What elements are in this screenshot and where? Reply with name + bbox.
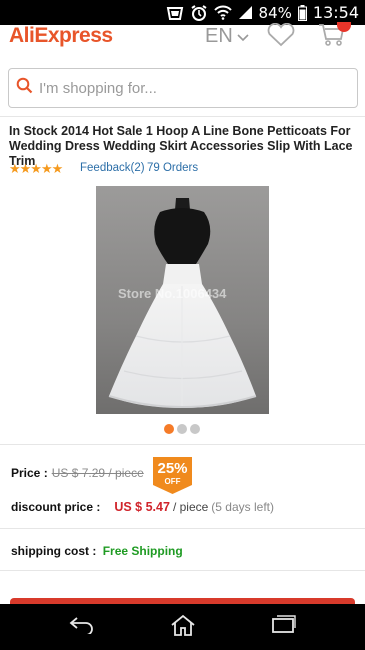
search-icon [16, 77, 33, 99]
discount-badge: 25% OFF [153, 457, 192, 494]
cart-icon [318, 24, 346, 51]
status-bar: 84% 13:54 [0, 0, 365, 25]
orders-link[interactable]: 79 Orders [147, 162, 198, 174]
discount-price-label: discount price : [11, 500, 101, 514]
discount-price-row: discount price : US $ 5.47 / piece (5 da… [11, 500, 274, 514]
cart-badge [337, 22, 351, 32]
shipping-row[interactable]: shipping cost : Free Shipping [11, 544, 183, 558]
divider [0, 116, 365, 117]
image-pagination [164, 424, 200, 434]
app-header: AliExpress EN [0, 22, 365, 63]
shipping-value: Free Shipping [102, 544, 183, 558]
divider [0, 528, 365, 529]
discount-price: US $ 5.47 [114, 500, 170, 514]
divider [0, 570, 365, 571]
signal-strength-icon [166, 5, 184, 21]
language-selector[interactable]: EN [205, 25, 249, 47]
wishlist-button[interactable] [266, 22, 296, 52]
clock: 13:54 [312, 3, 359, 22]
wifi-icon [213, 5, 232, 20]
search-placeholder: I'm shopping for... [39, 79, 157, 97]
back-icon [69, 616, 95, 639]
price-unit: / piece [172, 500, 209, 514]
pagination-dot[interactable] [177, 424, 187, 434]
battery-icon [297, 4, 307, 21]
cell-signal-icon [238, 5, 253, 20]
days-left: (5 days left) [211, 500, 274, 514]
pagination-dot[interactable] [190, 424, 200, 434]
discount-percent: 25% [157, 460, 188, 477]
aliexpress-logo[interactable]: AliExpress [9, 25, 113, 47]
recent-apps-icon [271, 614, 297, 640]
image-watermark: Store No.1006434 [118, 286, 227, 301]
navigation-bar [0, 604, 365, 650]
divider [0, 444, 365, 445]
heart-icon [266, 22, 296, 51]
rating-stars: ★★★★★ [9, 161, 63, 177]
discount-off: OFF [164, 477, 181, 486]
recent-apps-button[interactable] [269, 614, 299, 640]
home-icon [170, 614, 196, 641]
search-input[interactable]: I'm shopping for... [8, 68, 358, 108]
price-row: Price : US $ 7.29 / piece [11, 466, 144, 480]
home-button[interactable] [168, 614, 198, 640]
pagination-dot[interactable] [164, 424, 174, 434]
battery-percent: 84% [258, 3, 292, 22]
original-price: US $ 7.29 / piece [51, 466, 144, 480]
price-label: Price : [11, 466, 48, 480]
back-button[interactable] [67, 614, 97, 640]
feedback-link[interactable]: Feedback(2) [80, 162, 145, 174]
chevron-down-icon [237, 25, 249, 47]
product-image[interactable]: Store No.1006434 [96, 186, 269, 414]
alarm-icon [190, 4, 208, 22]
star-icons: ★★★★★ [9, 161, 63, 176]
language-label: EN [205, 25, 233, 47]
shipping-label: shipping cost : [11, 544, 97, 558]
